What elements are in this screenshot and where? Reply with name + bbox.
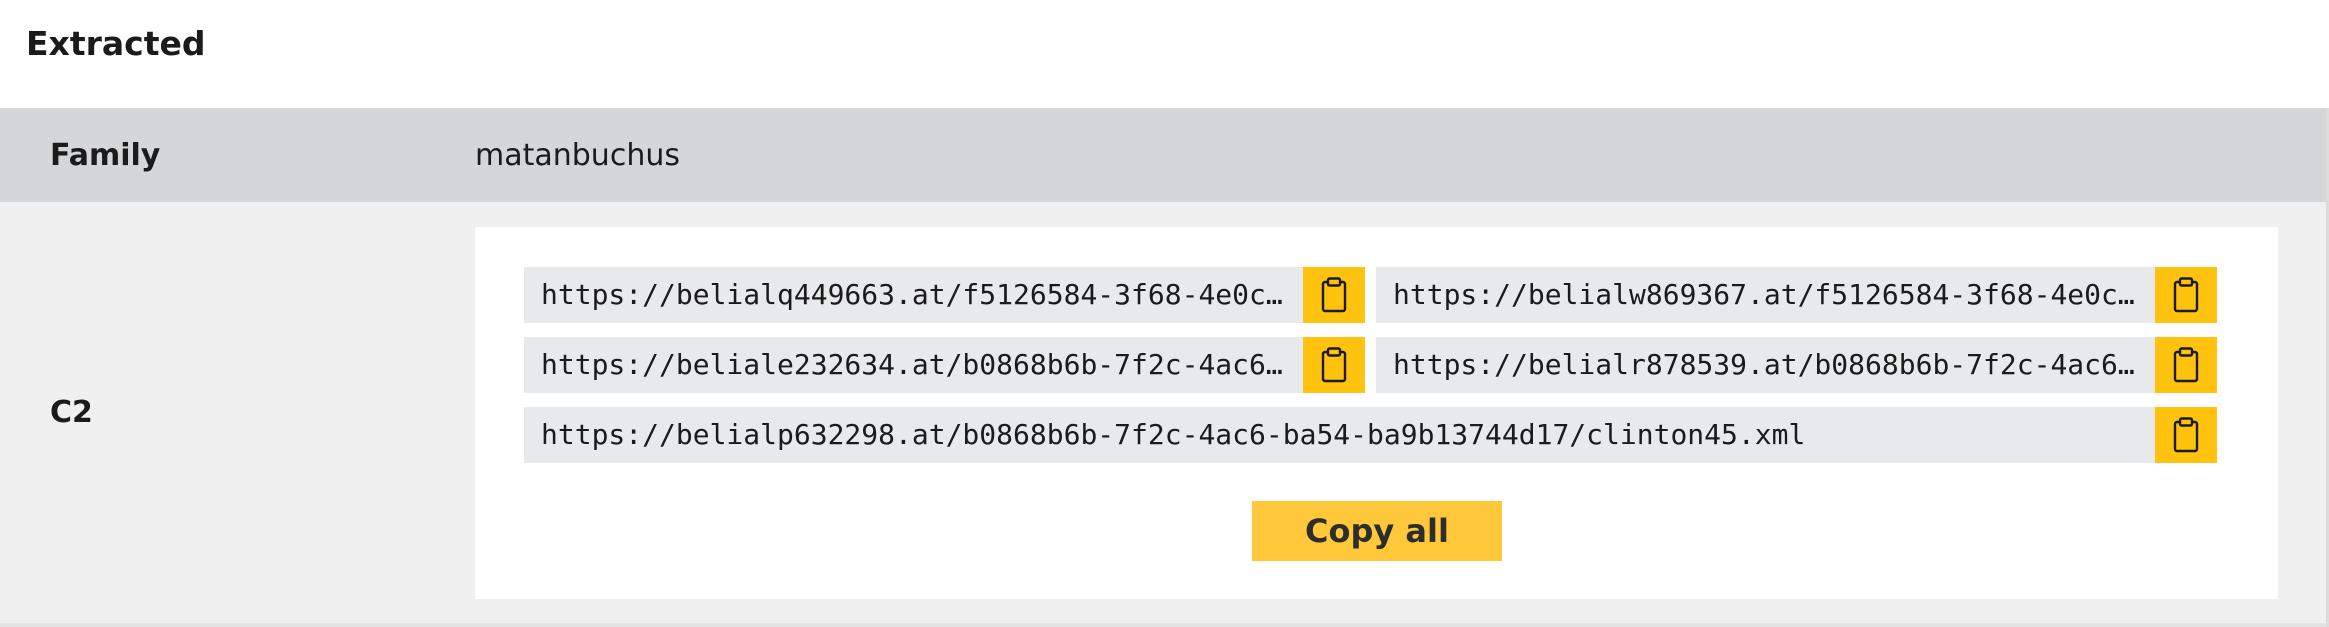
url-text[interactable]: https://belialw869367.at/f5126584-3f68-4… bbox=[1393, 267, 2149, 323]
clipboard-icon bbox=[2173, 277, 2199, 313]
clipboard-icon bbox=[2173, 347, 2199, 383]
divider bbox=[0, 623, 2329, 627]
copy-url-button[interactable] bbox=[2155, 407, 2217, 463]
clipboard-icon bbox=[1321, 277, 1347, 313]
clipboard-icon bbox=[1321, 347, 1347, 383]
url-item: https://belialr878539.at/b0868b6b-7f2c-4… bbox=[1376, 337, 2217, 393]
copy-url-button[interactable] bbox=[2155, 267, 2217, 323]
c2-label: C2 bbox=[50, 395, 93, 430]
c2-card: https://belialq449663.at/f5126584-3f68-4… bbox=[475, 227, 2278, 599]
family-row: Family matanbuchus bbox=[0, 108, 2329, 202]
header: Extracted bbox=[0, 0, 2329, 108]
url-item: https://belialw869367.at/f5126584-3f68-4… bbox=[1376, 267, 2217, 323]
family-label: Family bbox=[50, 138, 161, 173]
url-text[interactable]: https://belialq449663.at/f5126584-3f68-4… bbox=[541, 267, 1297, 323]
copy-all-button[interactable]: Copy all bbox=[1252, 501, 1502, 561]
url-item: https://belialq449663.at/f5126584-3f68-4… bbox=[524, 267, 1365, 323]
copy-url-button[interactable] bbox=[2155, 337, 2217, 393]
clipboard-icon bbox=[2173, 417, 2199, 453]
url-text[interactable]: https://belialp632298.at/b0868b6b-7f2c-4… bbox=[541, 407, 2149, 463]
url-item: https://beliale232634.at/b0868b6b-7f2c-4… bbox=[524, 337, 1365, 393]
c2-row: C2 https://belialq449663.at/f5126584-3f6… bbox=[0, 202, 2329, 623]
copy-url-button[interactable] bbox=[1303, 267, 1365, 323]
family-value: matanbuchus bbox=[475, 138, 680, 173]
page-title: Extracted bbox=[26, 24, 206, 63]
url-text[interactable]: https://beliale232634.at/b0868b6b-7f2c-4… bbox=[541, 337, 1297, 393]
url-item: https://belialp632298.at/b0868b6b-7f2c-4… bbox=[524, 407, 2217, 463]
copy-url-button[interactable] bbox=[1303, 337, 1365, 393]
url-text[interactable]: https://belialr878539.at/b0868b6b-7f2c-4… bbox=[1393, 337, 2149, 393]
